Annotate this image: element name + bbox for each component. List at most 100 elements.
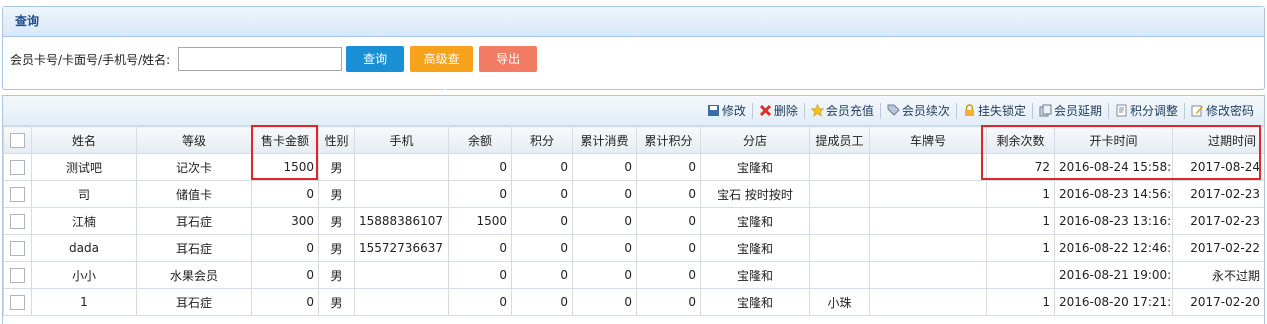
table-cell: 测试吧 (31, 153, 137, 181)
column-header[interactable]: 累计消费 (572, 126, 637, 154)
toolbar-label: 删除 (773, 104, 798, 118)
row-checkbox[interactable] (10, 186, 25, 202)
column-header[interactable]: 售卡金额 (251, 126, 319, 154)
table-cell: 1 (31, 288, 137, 316)
column-header[interactable]: 分店 (700, 126, 810, 154)
table-cell: 0 (251, 180, 319, 208)
table-cell: 0 (572, 261, 637, 289)
table-cell: 15572736637 (354, 234, 449, 262)
toolbar-floppy-button[interactable]: 修改 (703, 100, 750, 122)
table-cell: 男 (318, 153, 355, 181)
grid-toolbar: 修改 删除 会员充值 会员续次 挂失锁定 会员延期 积分调整 修改密码 (3, 96, 1264, 126)
toolbar-star-button[interactable]: 会员充值 (807, 100, 878, 122)
table-cell: 2017-02-20 (1172, 288, 1264, 316)
copy-icon (1039, 104, 1052, 117)
table-cell: 1 (986, 207, 1055, 235)
table-cell: 江楠 (31, 207, 137, 235)
table-cell (354, 288, 449, 316)
row-checkbox[interactable] (10, 213, 25, 229)
table-cell: 0 (251, 234, 319, 262)
table-cell: 宝隆和 (700, 288, 810, 316)
table-cell: 0 (636, 288, 701, 316)
table-row[interactable]: 小小水果会员0男0000宝隆和2016-08-21 19:00:56永不过期 (3, 261, 1264, 289)
toolbar-tag-button[interactable]: 会员续次 (883, 100, 954, 122)
table-cell: 0 (636, 207, 701, 235)
column-header[interactable]: 手机 (354, 126, 449, 154)
table-cell: 1 (986, 288, 1055, 316)
table-cell: 0 (251, 261, 319, 289)
table-cell: 男 (318, 234, 355, 262)
toolbar-x-button[interactable]: 删除 (755, 100, 802, 122)
table-cell: 2017-02-22 (1172, 234, 1264, 262)
table-cell: 72 (986, 153, 1055, 181)
table-cell: 2017-02-23 (1172, 180, 1264, 208)
table-cell: 0 (251, 288, 319, 316)
table-cell: 0 (448, 261, 512, 289)
column-header[interactable]: 累计积分 (636, 126, 701, 154)
table-cell: 0 (511, 288, 573, 316)
row-select-cell (3, 207, 32, 235)
row-checkbox[interactable] (10, 267, 25, 283)
table-cell: 永不过期 (1172, 261, 1264, 289)
table-cell (354, 153, 449, 181)
column-header[interactable]: 开卡时间 (1054, 126, 1173, 154)
table-cell: 男 (318, 207, 355, 235)
column-header[interactable]: 过期时间 (1172, 126, 1264, 154)
table-row[interactable]: dada 耳石症 0 男 15572736637 0 0 0 0 宝隆和 1 2016-08-22 1… (3, 234, 1264, 262)
table-cell (986, 261, 1055, 289)
table-row[interactable]: 江楠 耳石症 300 男 15888386107 1500 0 0 0 宝隆和 1 2016-08-2… (3, 207, 1264, 235)
table-cell (869, 288, 987, 316)
member-table: 姓名 等级 售卡金额 性别 手机 余额 积分 累计消费 累计积分 分店 提成员工 车牌号 剩余次数 开卡时… (3, 126, 1264, 316)
toolbar-label: 挂失锁定 (977, 104, 1026, 118)
table-cell: 2016-08-20 17:21:12 (1054, 288, 1173, 316)
export-button[interactable]: 导出 (479, 46, 538, 72)
table-cell: 0 (511, 153, 573, 181)
table-cell: 0 (636, 153, 701, 181)
edit-icon (1191, 104, 1204, 117)
toolbar-edit-button[interactable]: 修改密码 (1187, 100, 1258, 122)
toolbar-separator (1107, 102, 1109, 119)
table-cell: 宝隆和 (700, 207, 810, 235)
column-header[interactable]: 剩余次数 (986, 126, 1055, 154)
row-checkbox[interactable] (10, 294, 25, 310)
column-header[interactable]: 等级 (136, 126, 252, 154)
toolbar-copy-button[interactable]: 会员延期 (1035, 100, 1106, 122)
toolbar-separator (751, 102, 753, 119)
toolbar-doc-button[interactable]: 积分调整 (1111, 100, 1182, 122)
table-cell (809, 207, 870, 235)
query-button[interactable]: 查询 (346, 46, 405, 72)
row-select-cell (3, 153, 32, 181)
column-header[interactable]: 性别 (318, 126, 355, 154)
row-checkbox[interactable] (10, 159, 25, 175)
search-input[interactable] (178, 47, 343, 71)
table-cell: 宝隆和 (700, 153, 810, 181)
table-cell: 0 (448, 180, 512, 208)
column-header[interactable]: 积分 (511, 126, 573, 154)
select-all-cell (3, 126, 32, 154)
table-cell: 2016-08-22 12:46:02 (1054, 234, 1173, 262)
column-header[interactable]: 提成员工 (809, 126, 870, 154)
table-cell: 男 (318, 180, 355, 208)
table-cell: 2016-08-21 19:00:56 (1054, 261, 1173, 289)
table-row[interactable]: 1耳石症0男0000宝隆和小珠12016-08-20 17:21:122017-… (3, 288, 1264, 316)
table-row[interactable]: 司储值卡0男0000宝石 按时按时12016-08-23 14:56:45201… (3, 180, 1264, 208)
row-select-cell (3, 288, 32, 316)
member-grid: 修改 删除 会员充值 会员续次 挂失锁定 会员延期 积分调整 修改密码 姓名 等级 售卡金额 性别手… (2, 95, 1265, 324)
toolbar-label: 会员续次 (901, 104, 950, 118)
table-row[interactable]: 测试吧记次卡1500男0000宝隆和722016-08-24 15:58:052… (3, 153, 1264, 181)
table-cell: 0 (511, 207, 573, 235)
column-header[interactable]: 余额 (448, 126, 512, 154)
table-cell (869, 180, 987, 208)
toolbar-lock-button[interactable]: 挂失锁定 (959, 100, 1030, 122)
row-checkbox[interactable] (10, 240, 25, 256)
column-header[interactable]: 姓名 (31, 126, 137, 154)
advanced-query-button[interactable]: 高级查询 (410, 46, 474, 92)
table-cell: 1500 (448, 207, 512, 235)
table-cell: 2016-08-23 13:16:25 (1054, 207, 1173, 235)
select-all-checkbox[interactable] (10, 132, 25, 148)
table-cell: 0 (572, 234, 637, 262)
table-cell: 2016-08-24 15:58:05 (1054, 153, 1173, 181)
toolbar-label: 修改 (721, 104, 746, 118)
table-cell: 储值卡 (136, 180, 252, 208)
column-header[interactable]: 车牌号 (869, 126, 987, 154)
